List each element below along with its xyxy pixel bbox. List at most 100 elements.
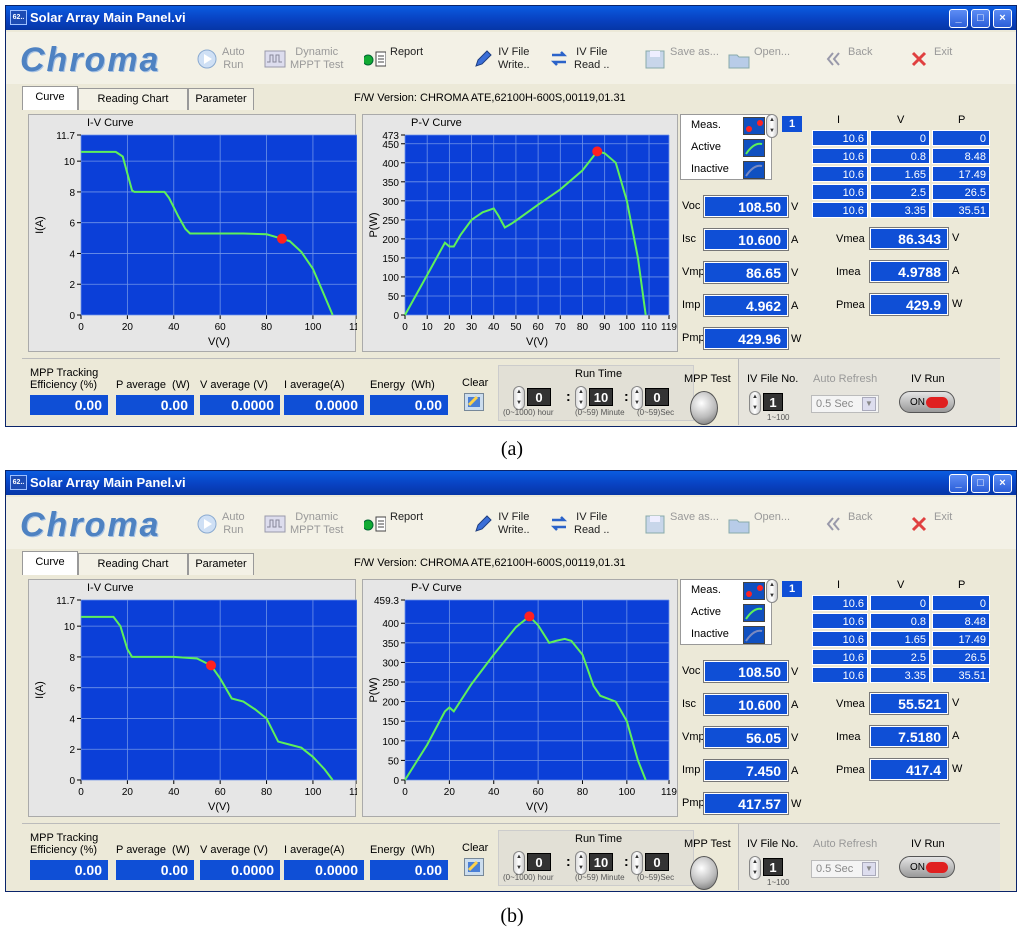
pavg-value: 0.00 bbox=[116, 395, 194, 415]
dynamic-mppttest-button[interactable]: Dynamic MPPT Test bbox=[264, 44, 348, 74]
sec-spinner[interactable]: ▲ ▼ bbox=[631, 851, 643, 875]
y-axis-label: P(W) bbox=[368, 677, 380, 702]
plot-legend[interactable]: Meas. Active Inactive bbox=[680, 579, 772, 645]
chart-svg: 02040608010011911.71086420V(V)I(A) bbox=[34, 131, 357, 348]
report-button[interactable]: Report bbox=[362, 44, 440, 74]
legend-meas-swatch[interactable] bbox=[743, 582, 765, 600]
app-icon: 62.. bbox=[10, 10, 27, 25]
report-button[interactable]: Report bbox=[362, 509, 440, 539]
open-button[interactable]: Open... bbox=[728, 44, 812, 74]
legend-index-value[interactable]: 1 bbox=[782, 116, 802, 132]
open-button[interactable]: Open... bbox=[728, 509, 812, 539]
title-bar[interactable]: 62.. Solar Array Main Panel.vi _ □ × bbox=[6, 6, 1016, 30]
maximize-button[interactable]: □ bbox=[971, 9, 990, 28]
auto-refresh-select[interactable]: 0.5 Sec ▼ bbox=[811, 860, 879, 878]
iv-file-spinner[interactable]: ▲ ▼ bbox=[749, 856, 761, 880]
bottom-panel: MPP Tracking Efficiency (%) 0.00 P average… bbox=[22, 823, 1000, 890]
table-cell: 35.51 bbox=[932, 202, 990, 218]
dynamic-mppttest-button[interactable]: Dynamic MPPT Test bbox=[264, 509, 348, 539]
play-icon bbox=[196, 48, 218, 70]
y-tick-label: 8 bbox=[69, 188, 75, 199]
tab-parameter[interactable]: Parameter bbox=[188, 553, 254, 575]
mpp-test-knob[interactable] bbox=[690, 856, 718, 890]
close-button[interactable]: × bbox=[993, 9, 1012, 28]
ivfile-write-button[interactable]: IV File Write.. bbox=[472, 44, 556, 74]
vavg-value: 0.0000 bbox=[200, 860, 280, 880]
toolbar: Chroma Auto Run Dynamic MPPT Test Report IV … bbox=[6, 32, 1016, 84]
clear-button[interactable] bbox=[464, 393, 484, 411]
exit-button[interactable]: Exit bbox=[908, 44, 992, 74]
sec-range: (0~59)Sec bbox=[637, 408, 675, 417]
iv-file-no-value[interactable]: 1 bbox=[763, 393, 783, 411]
reading-value-imp: 7.450 bbox=[704, 760, 788, 781]
tab-reading-chart[interactable]: Reading Chart bbox=[78, 553, 188, 575]
table-cell: 10.6 bbox=[812, 649, 868, 665]
tab-reading-chart[interactable]: Reading Chart bbox=[78, 88, 188, 110]
minute-spinner[interactable]: ▲ ▼ bbox=[575, 851, 587, 875]
minute-spinner[interactable]: ▲ ▼ bbox=[575, 386, 587, 410]
legend-index-value[interactable]: 1 bbox=[782, 581, 802, 597]
hour-value[interactable]: 0 bbox=[527, 853, 551, 871]
x-tick-label: 0 bbox=[402, 322, 408, 333]
ivfile-write-button[interactable]: IV File Write.. bbox=[472, 509, 556, 539]
iavg-label: I average(A) bbox=[284, 844, 345, 856]
y-tick-label: 100 bbox=[382, 273, 399, 284]
y-tick-label: 250 bbox=[382, 678, 399, 689]
iv-run-toggle-label: ON bbox=[910, 397, 925, 408]
plot-legend[interactable]: Meas. Active Inactive bbox=[680, 114, 772, 180]
title-bar[interactable]: 62.. Solar Array Main Panel.vi _ □ × bbox=[6, 471, 1016, 495]
reading-value-vmp: 86.65 bbox=[704, 262, 788, 283]
table-cell: 10.6 bbox=[812, 184, 868, 200]
chart-svg: 0 20 40 60 80 100 119 459.3 400 350 300 250 200 150 10… bbox=[368, 596, 677, 813]
hour-value[interactable]: 0 bbox=[527, 388, 551, 406]
exit-button[interactable]: Exit bbox=[908, 509, 992, 539]
maximize-button[interactable]: □ bbox=[971, 474, 990, 493]
legend-index-spinner[interactable]: ▲ ▼ bbox=[766, 114, 778, 138]
iv-file-no-value[interactable]: 1 bbox=[763, 858, 783, 876]
tab-curve[interactable]: Curve bbox=[22, 86, 78, 110]
minimize-button[interactable]: _ bbox=[949, 9, 968, 28]
sec-value[interactable]: 0 bbox=[645, 388, 669, 406]
hour-spinner[interactable]: ▲ ▼ bbox=[513, 386, 525, 410]
x-tick-label: 0 bbox=[402, 787, 408, 798]
close-button[interactable]: × bbox=[993, 474, 1012, 493]
toolbar-button-label: Auto Run bbox=[222, 46, 245, 71]
mpp-test-knob[interactable] bbox=[690, 391, 718, 425]
hour-spinner[interactable]: ▲ ▼ bbox=[513, 851, 525, 875]
minimize-button[interactable]: _ bbox=[949, 474, 968, 493]
legend-inactive-swatch[interactable] bbox=[743, 161, 765, 179]
y-tick-label: 450 bbox=[382, 140, 399, 151]
x-axis-label: V(V) bbox=[526, 336, 548, 348]
tab-curve[interactable]: Curve bbox=[22, 551, 78, 575]
sec-value[interactable]: 0 bbox=[645, 853, 669, 871]
pv-curve-graph: P-V Curve 0 20 40 60 80 100 119 459.3 400 350 300 25… bbox=[362, 579, 678, 817]
clear-label: Clear bbox=[462, 842, 489, 854]
legend-inactive-swatch[interactable] bbox=[743, 626, 765, 644]
clear-button[interactable] bbox=[464, 858, 484, 876]
iv-run-toggle[interactable]: ON bbox=[899, 391, 955, 413]
auto-refresh-label: Auto Refresh bbox=[813, 838, 878, 850]
auto-refresh-select[interactable]: 0.5 Sec ▼ bbox=[811, 395, 879, 413]
sec-spinner[interactable]: ▲ ▼ bbox=[631, 386, 643, 410]
x-tick-label: 60 bbox=[533, 787, 545, 798]
meas-label-pmea: Pmea bbox=[836, 299, 865, 311]
saveas-button[interactable]: Save as... bbox=[644, 44, 728, 74]
tab-parameter[interactable]: Parameter bbox=[188, 88, 254, 110]
ivfile-read-button[interactable]: IV File Read .. bbox=[548, 44, 632, 74]
minute-value[interactable]: 10 bbox=[589, 853, 613, 871]
legend-active-swatch[interactable] bbox=[743, 604, 765, 622]
iv-file-spinner[interactable]: ▲ ▼ bbox=[749, 391, 761, 415]
mpp-value: 0.00 bbox=[30, 395, 108, 415]
back-button[interactable]: Back bbox=[822, 44, 906, 74]
caption-a: (a) bbox=[500, 438, 524, 460]
y-tick-label: 0 bbox=[69, 776, 75, 787]
legend-active-swatch[interactable] bbox=[743, 139, 765, 157]
legend-meas-swatch[interactable] bbox=[743, 117, 765, 135]
minute-value[interactable]: 10 bbox=[589, 388, 613, 406]
back-button[interactable]: Back bbox=[822, 509, 906, 539]
legend-index-spinner[interactable]: ▲ ▼ bbox=[766, 579, 778, 603]
y-tick-label: 459.3 bbox=[374, 596, 399, 607]
iv-run-toggle[interactable]: ON bbox=[899, 856, 955, 878]
saveas-button[interactable]: Save as... bbox=[644, 509, 728, 539]
ivfile-read-button[interactable]: IV File Read .. bbox=[548, 509, 632, 539]
